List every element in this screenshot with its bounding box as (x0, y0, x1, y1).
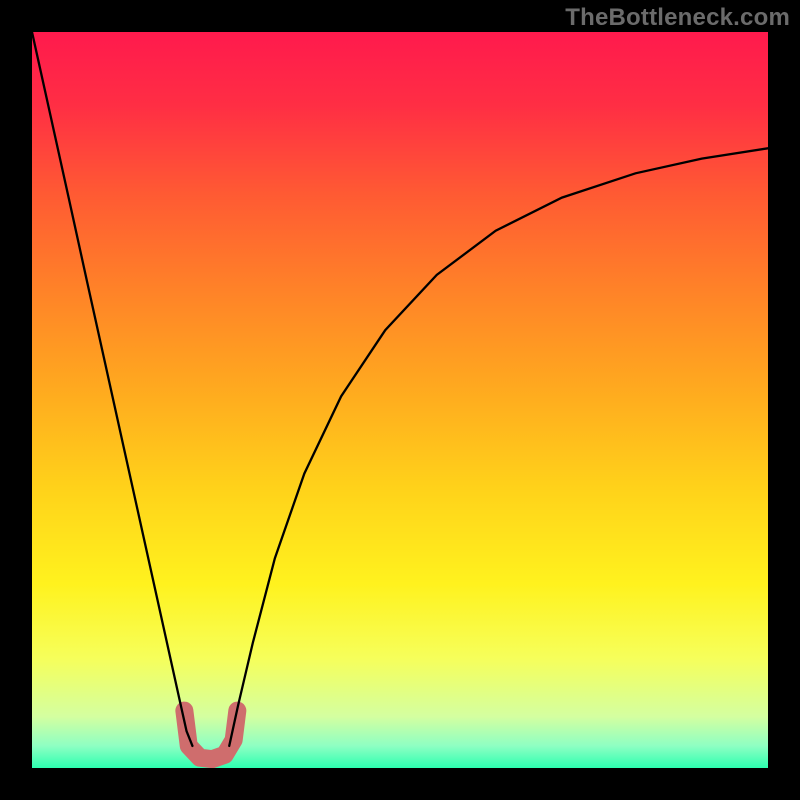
plot-area (32, 32, 768, 768)
chart-frame: TheBottleneck.com (0, 0, 800, 800)
background-gradient (32, 32, 768, 768)
watermark-text: TheBottleneck.com (565, 4, 790, 32)
plot-svg (32, 32, 768, 768)
